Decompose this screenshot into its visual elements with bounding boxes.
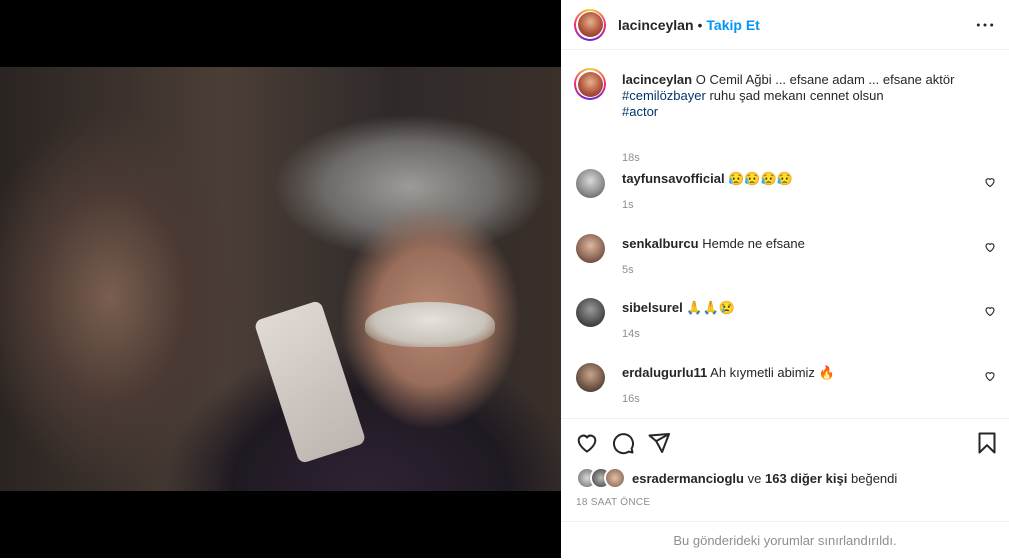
liker-avatar[interactable] xyxy=(604,467,626,489)
post-time-ago[interactable]: 18 SAAT ÖNCE xyxy=(576,497,650,508)
commenter-username[interactable]: tayfunsavofficial xyxy=(622,171,725,186)
post-header: lacinceylan • Takip Et xyxy=(561,0,1009,50)
hashtag-link[interactable]: #cemilözbayer xyxy=(622,88,706,103)
commenter-avatar[interactable] xyxy=(576,298,605,327)
comments-panel[interactable]: lacinceylan O Cemil Ağbi ... efsane adam… xyxy=(561,50,1009,418)
comment-text: Ah kıymetli abimiz 🔥 xyxy=(710,365,835,380)
photo-detail-collar xyxy=(253,299,367,465)
comment-like-icon[interactable] xyxy=(984,241,996,253)
comment-text: Hemde ne efsane xyxy=(702,236,805,251)
liker-username[interactable]: esradermancioglu xyxy=(632,471,744,486)
likes-suffix: beğendi xyxy=(851,470,898,486)
caption-body-2: ruhu şad mekanı cennet olsun xyxy=(709,88,884,103)
caption-username[interactable]: lacinceylan xyxy=(622,72,692,87)
post-caption: lacinceylan O Cemil Ağbi ... efsane adam… xyxy=(574,68,994,164)
comment-timestamp: 14s xyxy=(622,328,640,340)
comment-timestamp: 5s xyxy=(622,264,634,276)
likes-summary: esradermancioglu ve 163 diğer kişi beğen… xyxy=(576,467,897,489)
caption-body: O Cemil Ağbi ... efsane adam ... efsane … xyxy=(695,72,955,87)
post-media[interactable] xyxy=(0,0,561,558)
post-photo[interactable] xyxy=(0,67,561,491)
hashtag-link[interactable]: #actor xyxy=(622,104,658,119)
photo-detail-mustache xyxy=(365,302,495,347)
header-separator: • xyxy=(697,16,703,33)
author-avatar[interactable] xyxy=(574,8,606,41)
post-actions: esradermancioglu ve 163 diğer kişi beğen… xyxy=(561,418,1009,559)
commenter-username[interactable]: sibelsurel xyxy=(622,300,683,315)
caption-avatar[interactable] xyxy=(574,68,606,100)
commenter-avatar[interactable] xyxy=(576,234,605,263)
comment-like-icon[interactable] xyxy=(984,176,996,188)
comment-item: sibelsurel 🙏🙏😢 14s xyxy=(576,298,996,348)
comment-text: 🙏🙏😢 xyxy=(686,300,735,315)
comment-item: senkalburcu Hemde ne efsane 5s xyxy=(576,234,996,284)
post-sidebar: lacinceylan • Takip Et lacinceylan O Cem… xyxy=(561,0,1009,558)
comments-restricted-notice: Bu gönderideki yorumlar sınırlandırıldı. xyxy=(561,521,1009,560)
more-options-icon[interactable] xyxy=(975,15,995,35)
comment-like-icon[interactable] xyxy=(984,370,996,382)
comment-timestamp: 1s xyxy=(622,199,634,211)
commenter-username[interactable]: erdalugurlu11 xyxy=(622,365,707,380)
commenter-avatar[interactable] xyxy=(576,169,605,198)
comment-like-icon[interactable] xyxy=(984,305,996,317)
comment-icon[interactable] xyxy=(611,431,635,455)
comment-timestamp: 16s xyxy=(622,393,640,405)
likes-connector: ve xyxy=(747,470,762,486)
comment-item: tayfunsavofficial 😥😥😥😥 1s xyxy=(576,169,996,219)
share-icon[interactable] xyxy=(647,431,671,455)
bookmark-icon[interactable] xyxy=(975,431,999,455)
likes-count-link[interactable]: 163 diğer kişi xyxy=(765,471,847,486)
commenter-username[interactable]: senkalburcu xyxy=(622,236,699,251)
heart-icon[interactable] xyxy=(575,431,599,455)
follow-button[interactable]: Takip Et xyxy=(706,17,759,33)
caption-timestamp: 18s xyxy=(622,152,640,164)
commenter-avatar[interactable] xyxy=(576,363,605,392)
comment-text: 😥😥😥😥 xyxy=(728,171,793,186)
caption-text: lacinceylan O Cemil Ağbi ... efsane adam… xyxy=(622,72,992,120)
comment-item: erdalugurlu11 Ah kıymetli abimiz 🔥 16s xyxy=(576,363,996,413)
author-username[interactable]: lacinceylan xyxy=(618,17,694,33)
